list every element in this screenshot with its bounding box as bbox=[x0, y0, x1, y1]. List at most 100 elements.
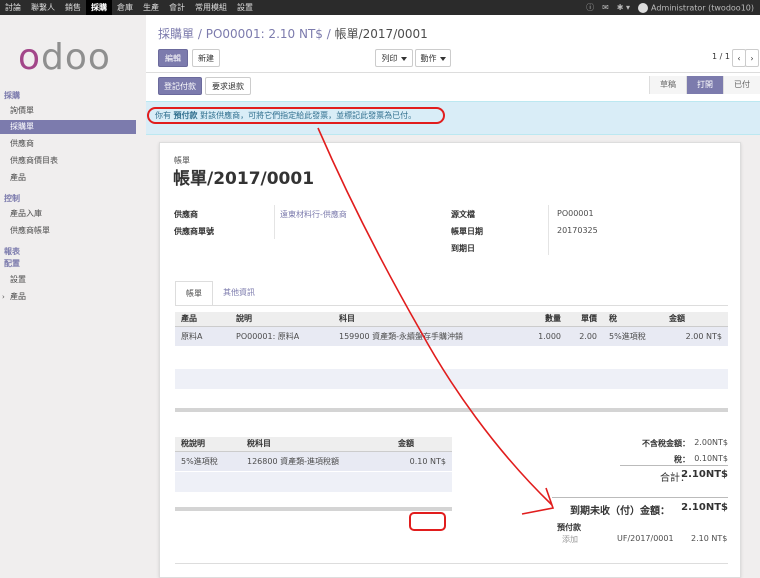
print-dropdown[interactable]: 列印 bbox=[375, 49, 413, 67]
breadcrumb-current: 帳單/2017/0001 bbox=[334, 27, 428, 41]
notebook-tabs: 帳單 其他資訊 bbox=[175, 281, 265, 305]
col-description[interactable]: 說明 bbox=[230, 312, 333, 327]
vendor-label: 供應商 bbox=[174, 210, 198, 219]
menu-inventory[interactable]: 倉庫 bbox=[112, 0, 138, 15]
sidebar-item-incoming-products[interactable]: 產品入庫 bbox=[10, 207, 146, 221]
col-product[interactable]: 產品 bbox=[175, 312, 230, 327]
tax-label: 稅： bbox=[674, 455, 690, 464]
odoo-logo[interactable]: odoo bbox=[18, 37, 128, 78]
menu-accounting[interactable]: 會計 bbox=[164, 0, 190, 15]
user-menu[interactable]: Administrator (twodoo10) bbox=[638, 2, 754, 13]
untaxed-amount-value: 2.00NT$ bbox=[694, 438, 728, 447]
col-quantity[interactable]: 數量 bbox=[528, 312, 567, 327]
due-date-label: 到期日 bbox=[451, 244, 475, 253]
edit-button[interactable]: 編輯 bbox=[158, 49, 188, 67]
line-tax: 5%進項稅 bbox=[603, 326, 663, 346]
stage-open[interactable]: 打開 bbox=[686, 76, 723, 94]
table-row[interactable]: 5%進項稅 126800 資產類-進項稅額 0.10 NT$ bbox=[175, 451, 452, 471]
pager-previous-button[interactable]: ‹ bbox=[732, 49, 746, 67]
total-value: 2.10NT$ bbox=[681, 469, 728, 480]
col-unit-price[interactable]: 單價 bbox=[567, 312, 603, 327]
field-divider bbox=[548, 205, 549, 255]
empty-row bbox=[175, 472, 452, 492]
menu-manufacturing[interactable]: 生產 bbox=[138, 0, 164, 15]
register-payment-button[interactable]: 登記付款 bbox=[158, 77, 202, 95]
tax-line-account: 126800 資產類-進項稅額 bbox=[241, 451, 392, 471]
col-tax-amount[interactable]: 金額 bbox=[392, 437, 452, 452]
sidebar-section-reports[interactable]: 報表 bbox=[4, 246, 20, 257]
help-icon[interactable]: ⓘ bbox=[586, 2, 594, 13]
table-row[interactable]: 原料A PO00001: 原料A 159900 資產類-永續盤存手購沖銷 1.0… bbox=[175, 326, 728, 346]
menu-contacts[interactable]: 聯繫人 bbox=[26, 0, 60, 15]
tab-underline bbox=[175, 305, 728, 306]
tax-value: 0.10NT$ bbox=[694, 454, 728, 463]
vendor-field[interactable]: 遠東材料行-供應商 bbox=[280, 209, 347, 220]
print-label: 列印 bbox=[381, 54, 398, 63]
status-bar: 草稿 打開 已付 bbox=[649, 76, 760, 94]
breadcrumb-po[interactable]: PO00001: 2.10 NT$ bbox=[206, 27, 323, 41]
stage-paid[interactable]: 已付 bbox=[723, 76, 760, 94]
col-tax-account[interactable]: 稅科目 bbox=[241, 437, 392, 452]
menu-discuss[interactable]: 討論 bbox=[0, 0, 26, 15]
col-amount[interactable]: 金額 bbox=[663, 312, 728, 327]
sidebar-item-rfq[interactable]: 詢價單 bbox=[10, 104, 146, 118]
sidebar-item-vendor-pricelists[interactable]: 供應商價目表 bbox=[10, 154, 146, 168]
tab-bill[interactable]: 帳單 bbox=[175, 281, 213, 305]
line-quantity: 1.000 bbox=[528, 326, 567, 346]
empty-row bbox=[175, 369, 728, 389]
amount-due-value: 2.10NT$ bbox=[681, 502, 728, 513]
col-account[interactable]: 科目 bbox=[333, 312, 528, 327]
sidebar: odoo 採購 詢價單 採購單 供應商 供應商價目表 產品 控制 產品入庫 供應… bbox=[0, 15, 146, 578]
sidebar-section-purchase: 採購 bbox=[4, 91, 20, 100]
divider bbox=[175, 563, 728, 564]
sidebar-item-label: 產品 bbox=[10, 292, 26, 301]
tab-other-info[interactable]: 其他資訊 bbox=[213, 281, 265, 305]
caret-right-icon: › bbox=[2, 293, 5, 301]
activity-icon[interactable]: ✱ ▾ bbox=[617, 3, 630, 12]
sidebar-item-vendors[interactable]: 供應商 bbox=[10, 137, 146, 151]
sidebar-section-control: 控制 bbox=[4, 194, 20, 203]
ask-refund-button[interactable]: 要求退款 bbox=[205, 77, 251, 95]
col-tax-description[interactable]: 稅說明 bbox=[175, 437, 241, 452]
stage-draft[interactable]: 草稿 bbox=[649, 76, 686, 94]
sidebar-item-purchase-orders[interactable]: 採購單 bbox=[0, 120, 136, 134]
add-outstanding-payment-button[interactable]: 添加 bbox=[562, 534, 578, 545]
user-name: Administrator (twodoo10) bbox=[651, 3, 754, 12]
sidebar-item-vendor-bills[interactable]: 供應商帳單 bbox=[10, 224, 146, 238]
annotation-highlight-oval bbox=[147, 107, 445, 124]
table-footer-bar bbox=[175, 507, 452, 511]
main-content: 採購單 / PO00001: 2.10 NT$ / 帳單/2017/0001 編… bbox=[146, 15, 760, 578]
pager-next-button[interactable]: › bbox=[745, 49, 759, 67]
bill-date-label: 帳單日期 bbox=[451, 227, 483, 236]
line-unit-price: 2.00 bbox=[567, 326, 603, 346]
sidebar-item-products[interactable]: 產品 bbox=[10, 171, 146, 185]
create-button[interactable]: 新建 bbox=[192, 49, 220, 67]
totals-divider bbox=[620, 465, 728, 466]
caret-down-icon bbox=[400, 56, 407, 61]
sidebar-item-settings[interactable]: 設置 bbox=[10, 273, 146, 287]
menu-common-modules[interactable]: 常用模組 bbox=[190, 0, 232, 15]
source-document-label: 源文檔 bbox=[451, 210, 475, 219]
outstanding-payments-label: 預付款 bbox=[557, 523, 581, 532]
menu-purchase[interactable]: 採購 bbox=[86, 0, 112, 15]
form-sheet: 帳單 帳單/2017/0001 供應商 遠東材料行-供應商 供應商單號 源文檔 … bbox=[159, 142, 741, 578]
tax-line-description: 5%進項稅 bbox=[175, 451, 241, 471]
bill-date-value[interactable]: 20170325 bbox=[557, 226, 598, 235]
source-document-value: PO00001 bbox=[557, 209, 594, 218]
breadcrumb-separator: / bbox=[197, 27, 202, 41]
caret-down-icon bbox=[439, 56, 446, 61]
menu-sales[interactable]: 銷售 bbox=[60, 0, 86, 15]
tax-lines-table: 稅說明 稅科目 金額 5%進項稅 126800 資產類-進項稅額 0.10 NT… bbox=[175, 437, 452, 471]
invoice-lines-table: 產品 說明 科目 數量 單價 稅 金額 原料A PO00001: 原料A 159… bbox=[175, 312, 728, 346]
pager-value[interactable]: 1 / 1 bbox=[712, 52, 730, 61]
line-amount: 2.00 NT$ bbox=[663, 326, 728, 346]
col-tax[interactable]: 稅 bbox=[603, 312, 663, 327]
breadcrumb-purchase-orders[interactable]: 採購單 bbox=[158, 27, 194, 41]
table-footer-bar bbox=[175, 408, 728, 412]
menu-settings[interactable]: 設置 bbox=[232, 0, 258, 15]
chat-icon[interactable]: ✉ bbox=[602, 3, 609, 12]
action-label: 動作 bbox=[420, 54, 437, 63]
line-product: 原料A bbox=[175, 326, 230, 346]
sidebar-item-config-products[interactable]: › 產品 bbox=[2, 290, 146, 304]
action-dropdown[interactable]: 動作 bbox=[415, 49, 451, 67]
